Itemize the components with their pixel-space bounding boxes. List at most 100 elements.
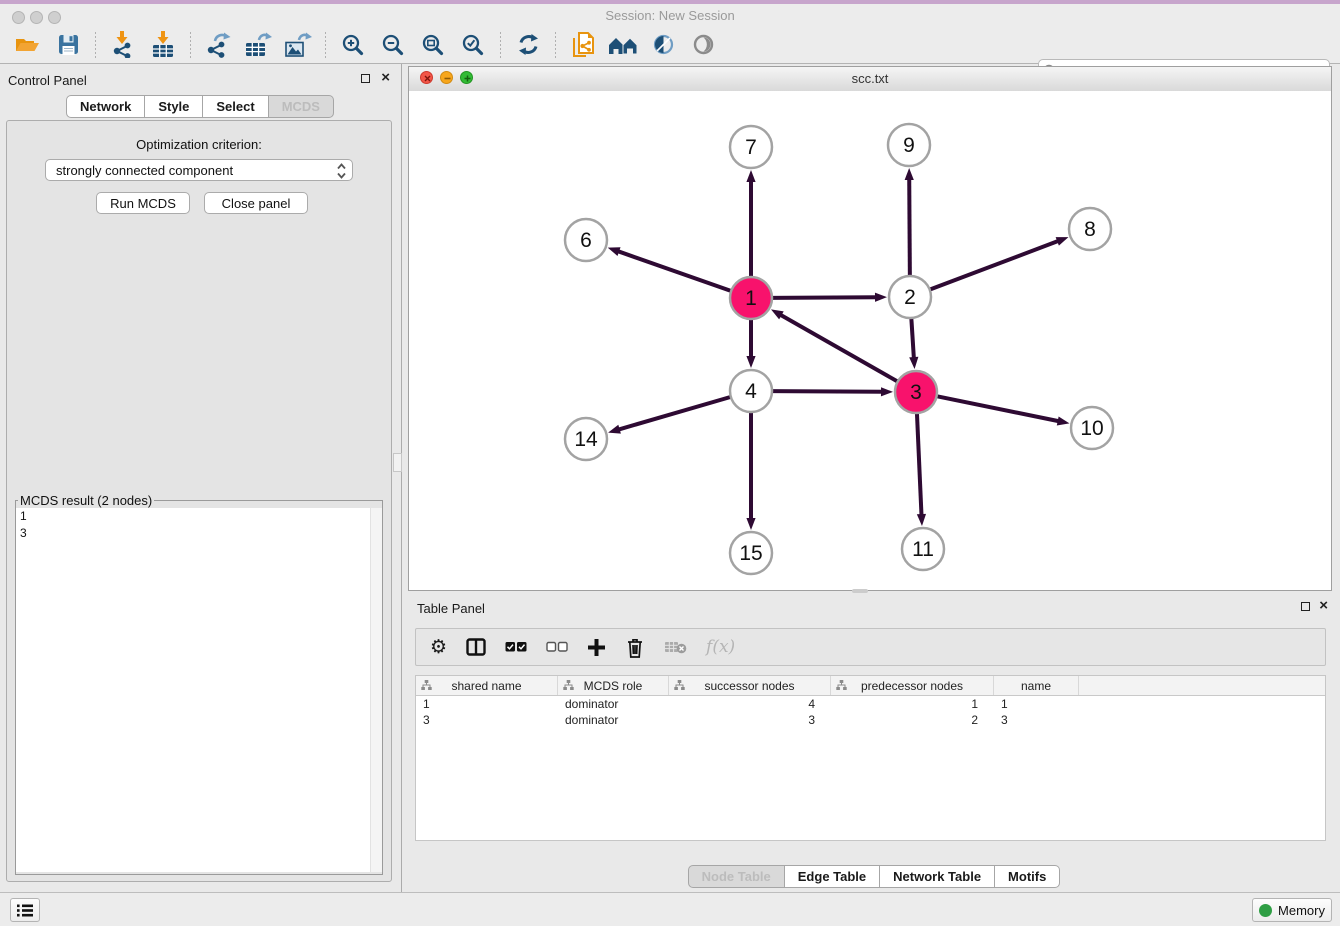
cell-MCDS-role[interactable]: dominator [558,696,669,712]
close-panel-button[interactable]: Close panel [204,192,308,214]
table-tab-edge-table[interactable]: Edge Table [785,865,880,888]
network-view-window: scc.txt 7968124314101511 [408,66,1332,591]
mcds-result-item[interactable]: 1 [16,508,382,525]
gear-button[interactable]: ⚙ [430,637,447,657]
arrowhead-3-10 [1057,416,1070,425]
mcds-result-list[interactable]: 13 [16,508,382,872]
edge-1-6[interactable] [617,251,731,291]
import-network-button[interactable] [106,30,140,60]
cell-MCDS-role[interactable]: dominator [558,712,669,728]
function-builder-button[interactable]: f(x) [706,637,735,657]
tab-mcds[interactable]: MCDS [269,95,334,118]
column-type-icon [421,680,432,691]
new-network-button[interactable] [566,30,600,60]
task-history-button[interactable] [10,898,40,922]
export-network-button[interactable] [201,30,235,60]
zoom-fit-button[interactable] [416,30,450,60]
float-table-panel-icon[interactable] [1301,602,1310,611]
control-panel: Control Panel × NetworkStyleSelectMCDS O… [0,64,400,892]
column-visibility-icon [466,638,486,656]
result-scrollbar[interactable] [370,508,382,872]
table-tab-network-table[interactable]: Network Table [880,865,995,888]
cell-predecessor-nodes[interactable]: 2 [831,712,994,728]
edge-2-9[interactable] [909,178,910,276]
edge-3-11[interactable] [917,413,922,516]
network-window-titlebar[interactable]: scc.txt [409,67,1331,92]
cell-successor-nodes[interactable]: 4 [669,696,831,712]
edge-3-10[interactable] [937,396,1060,421]
open-session-button[interactable] [11,30,45,60]
edge-4-14[interactable] [618,397,731,430]
edge-2-3[interactable] [911,318,914,359]
main-toolbar [0,26,1340,64]
cell-shared-name[interactable]: 3 [416,712,558,728]
status-bar: Memory [0,892,1340,926]
table-tab-node-table[interactable]: Node Table [688,865,785,888]
control-panel-tabs: NetworkStyleSelectMCDS [0,95,400,118]
column-header-name[interactable]: name [994,676,1079,695]
criterion-value: strongly connected component [56,163,233,178]
edge-2-8[interactable] [930,241,1059,290]
memory-button[interactable]: Memory [1252,898,1332,922]
mcds-result-box: MCDS result (2 nodes) 13 [15,493,383,875]
add-row-button[interactable] [587,638,606,657]
memory-label: Memory [1278,903,1325,918]
edge-3-1[interactable] [780,314,898,381]
float-panel-icon[interactable] [361,74,370,83]
export-network-icon [205,31,232,58]
zoom-in-button[interactable] [336,30,370,60]
zoom-out-button[interactable] [376,30,410,60]
column-visibility-button[interactable] [466,638,486,656]
export-table-button[interactable] [241,30,275,60]
home-button[interactable] [606,30,640,60]
select-all-button[interactable] [505,640,527,654]
close-table-panel-icon[interactable]: × [1319,601,1328,611]
delete-table-button[interactable] [664,639,687,655]
run-mcds-button[interactable]: Run MCDS [96,192,190,214]
delete-row-button[interactable] [625,637,645,658]
column-header-predecessor-nodes[interactable]: predecessor nodes [831,676,994,695]
list-icon [16,903,34,918]
mcds-result-item[interactable]: 3 [16,525,382,542]
style-preview-button[interactable] [646,30,680,60]
export-image-button[interactable] [281,30,315,60]
cell-predecessor-nodes[interactable]: 1 [831,696,994,712]
apply-layout-button[interactable] [511,30,545,60]
table-tab-motifs[interactable]: Motifs [995,865,1060,888]
network-canvas[interactable]: 7968124314101511 [409,91,1331,590]
table-panel: Table Panel × ⚙ [408,595,1340,892]
cell-name[interactable]: 3 [994,712,1079,728]
close-panel-icon[interactable]: × [381,73,390,83]
memory-status-icon [1259,904,1272,917]
delete-table-icon [664,639,687,655]
zoom-selected-button[interactable] [456,30,490,60]
gear-icon: ⚙ [430,637,447,657]
deselect-all-button[interactable] [546,640,568,654]
edge-1-2[interactable] [772,297,877,298]
cell-name[interactable]: 1 [994,696,1079,712]
node-label-9: 9 [903,134,915,157]
save-session-button[interactable] [51,30,85,60]
table-row[interactable]: 3dominator323 [416,712,1325,728]
tab-network[interactable]: Network [66,95,145,118]
titlebar[interactable]: Session: New Session [0,4,1340,26]
import-table-button[interactable] [146,30,180,60]
tab-style[interactable]: Style [145,95,203,118]
import-network-icon [110,31,136,58]
panel-divider-handle[interactable] [393,453,402,472]
show-graphics-button[interactable] [686,30,720,60]
column-label: name [1021,679,1051,693]
criterion-select[interactable]: strongly connected component [45,159,353,181]
column-header-shared-name[interactable]: shared name [416,676,558,695]
cell-shared-name[interactable]: 1 [416,696,558,712]
column-header-successor-nodes[interactable]: successor nodes [669,676,831,695]
arrowhead-2-3 [909,357,918,369]
cell-successor-nodes[interactable]: 3 [669,712,831,728]
tab-select[interactable]: Select [203,95,268,118]
table-row[interactable]: 1dominator411 [416,696,1325,712]
mcds-panel: Optimization criterion: strongly connect… [6,120,392,882]
column-header-MCDS-role[interactable]: MCDS role [558,676,669,695]
panel-divider[interactable] [401,64,402,892]
edge-4-3[interactable] [772,391,883,392]
network-window-resize-handle[interactable] [852,589,868,593]
